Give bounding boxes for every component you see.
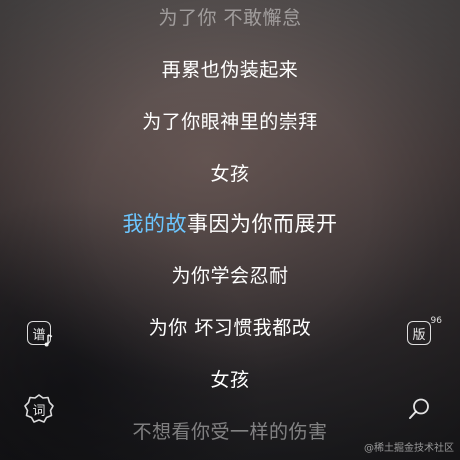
unsung-portion: 事因为你而展开 (187, 212, 338, 236)
lyric-line: 再累也伪装起来 (161, 59, 299, 81)
version-count-badge: 96 (430, 316, 442, 326)
search-button[interactable] (402, 392, 436, 426)
score-button[interactable]: 谱 (22, 316, 56, 350)
lyric-line: 为你 坏习惯我都改 (148, 317, 312, 339)
lyrics-button[interactable]: 词 (22, 392, 56, 426)
lyrics-panel: 为了你 不敢懈怠 再累也伪装起来 为了你眼神里的崇拜 女孩 我的故事因为你而展开… (0, 0, 460, 460)
lyric-line: 为了你 不敢懈怠 (158, 7, 302, 29)
lyric-line: 女孩 (210, 369, 250, 391)
sung-portion: 我的故 (122, 212, 187, 236)
version-icon: 版 (407, 321, 431, 345)
version-button-label: 版 (412, 327, 426, 343)
lyric-line: 为你学会忍耐 (171, 265, 289, 287)
current-lyric-line: 我的故事因为你而展开 (0, 212, 460, 236)
lyric-line: 为了你眼神里的崇拜 (142, 111, 318, 133)
watermark: @稀土掘金技术社区 (364, 443, 454, 454)
search-icon (409, 398, 429, 419)
lyric-line: 女孩 (210, 163, 250, 185)
lyrics-button-label: 词 (32, 403, 46, 419)
music-note-icon (44, 334, 53, 347)
version-button[interactable]: 版 96 (402, 316, 442, 350)
